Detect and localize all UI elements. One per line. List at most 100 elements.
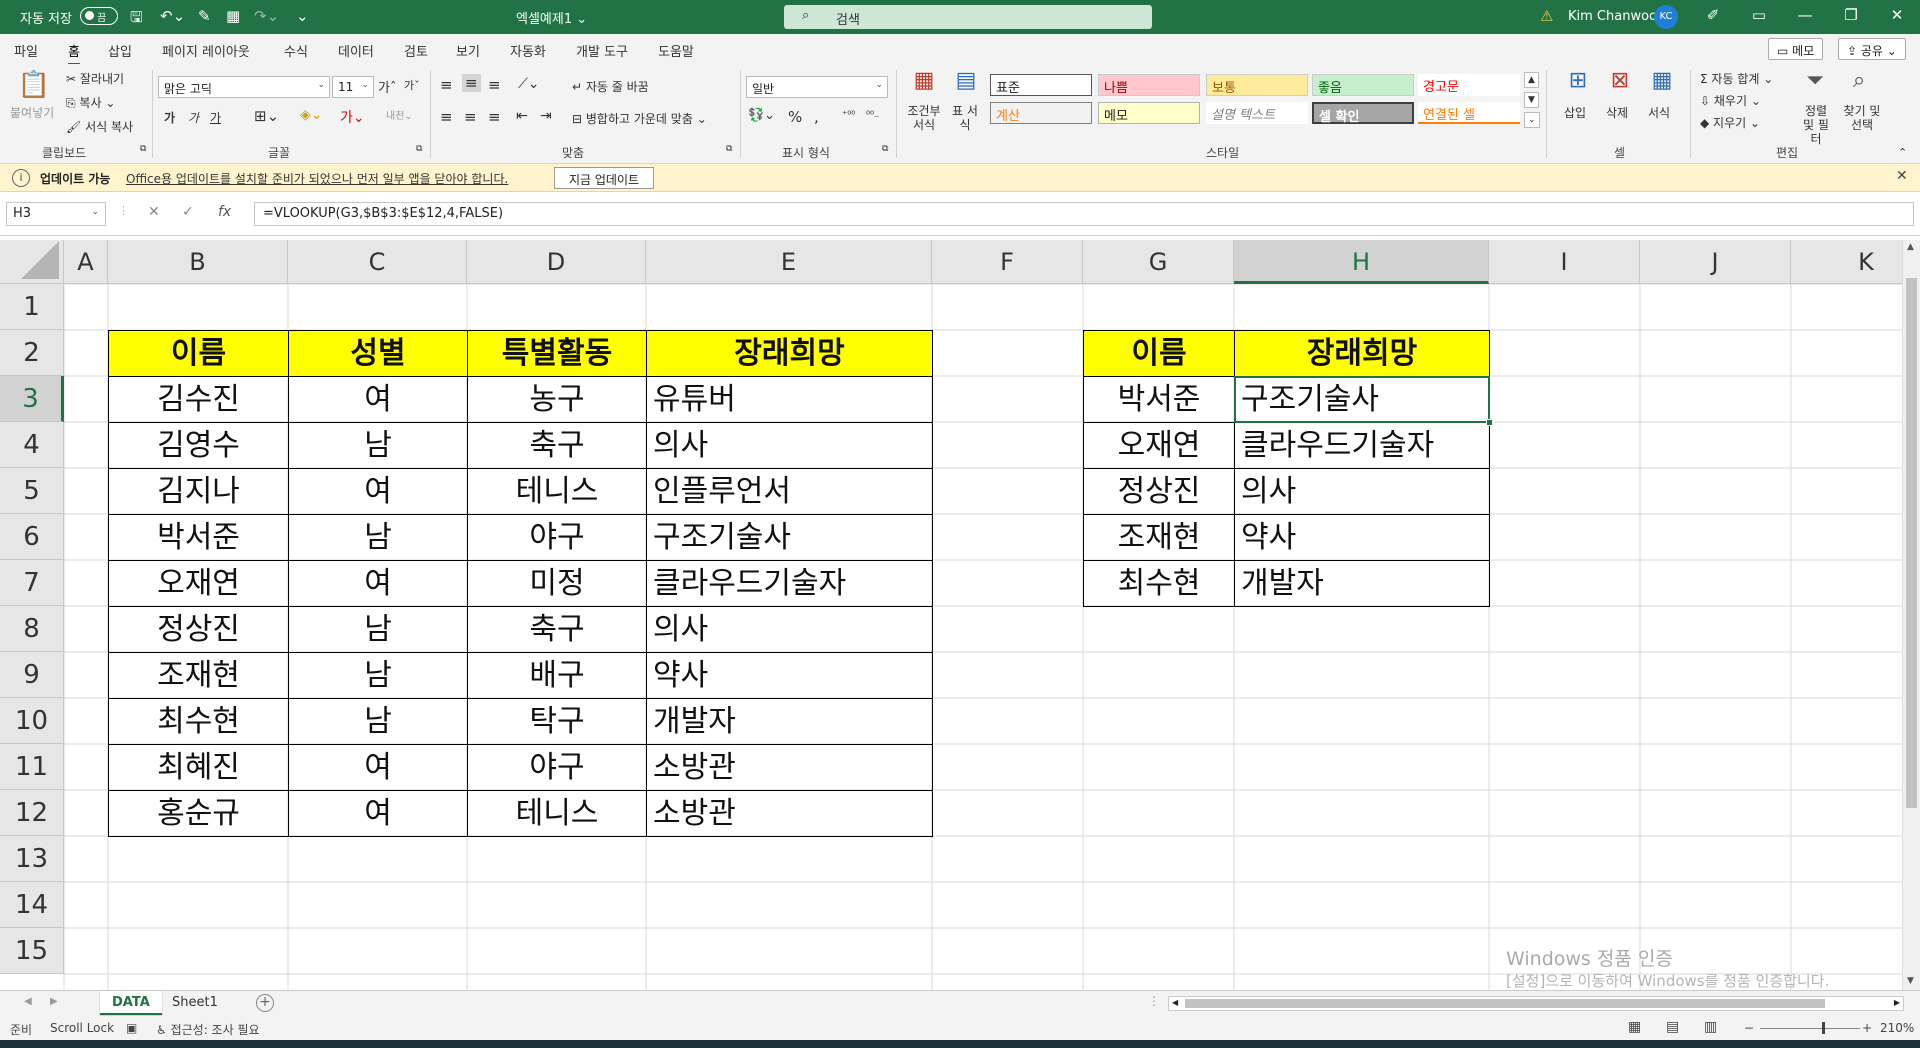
tab-developer[interactable]: 개발 도구: [576, 41, 628, 60]
table-cell[interactable]: 최수현: [1083, 560, 1235, 607]
row-header[interactable]: 11: [0, 744, 64, 790]
style-neutral[interactable]: 보통: [1206, 74, 1308, 96]
insert-function-icon[interactable]: fx: [218, 204, 231, 220]
redo-icon[interactable]: ↷⌄: [254, 7, 279, 25]
autosum-button[interactable]: Σ 자동 합계 ⌄: [1700, 70, 1773, 87]
table-cell[interactable]: 배구: [467, 652, 647, 699]
customize-qat-icon[interactable]: ⌄: [296, 7, 309, 25]
column-header-d[interactable]: D: [467, 240, 646, 284]
bold-button[interactable]: 가: [164, 109, 175, 126]
table-cell[interactable]: 축구: [467, 422, 647, 469]
scroll-down-icon[interactable]: ▼: [1907, 976, 1914, 986]
table-cell[interactable]: 여: [288, 376, 468, 423]
style-explanatory[interactable]: 설명 텍스트: [1206, 102, 1308, 124]
table-cell[interactable]: 김영수: [108, 422, 289, 469]
row-header[interactable]: 3: [0, 376, 64, 422]
autosave-toggle[interactable]: 끔: [80, 7, 118, 25]
conditional-format-icon[interactable]: ▦: [906, 68, 942, 93]
paste-label[interactable]: 붙여넣기: [10, 104, 54, 121]
dialog-launcher-icon[interactable]: ⧉: [726, 144, 732, 154]
table-cell[interactable]: 정상진: [1083, 468, 1235, 515]
table-cell[interactable]: 의사: [1234, 468, 1490, 515]
table-cell[interactable]: 여: [288, 790, 468, 837]
row-header[interactable]: 13: [0, 836, 64, 882]
table-cell[interactable]: 테니스: [467, 790, 647, 837]
scroll-up-icon[interactable]: ▲: [1907, 242, 1914, 252]
update-message-link[interactable]: Office용 업데이트를 설치할 준비가 되었으나 먼저 일부 앱을 닫아야 …: [126, 170, 508, 187]
table1-header-name[interactable]: 이름: [108, 330, 289, 377]
decrease-font-icon[interactable]: 가ˇ: [404, 77, 420, 93]
formula-input[interactable]: =VLOOKUP(G3,$B$3:$E$12,4,FALSE): [254, 202, 1914, 226]
page-layout-view-icon[interactable]: ▤: [1666, 1019, 1679, 1035]
table-cell[interactable]: 개발자: [646, 698, 933, 745]
insert-cells-label[interactable]: 삽입: [1564, 104, 1586, 121]
delete-cells-icon[interactable]: ⊠: [1600, 68, 1640, 93]
table-cell[interactable]: 미정: [467, 560, 647, 607]
restore-icon[interactable]: ❐: [1828, 6, 1874, 24]
column-header-g[interactable]: G: [1083, 240, 1234, 284]
row-header[interactable]: 5: [0, 468, 64, 514]
copy-button[interactable]: ⎘ 복사 ⌄: [66, 94, 115, 111]
tab-help[interactable]: 도움말: [658, 41, 694, 60]
paste-icon[interactable]: 📋: [12, 70, 56, 100]
save-icon[interactable]: 🖫: [130, 7, 143, 32]
underline-button[interactable]: 가: [210, 109, 221, 126]
column-header-b[interactable]: B: [108, 240, 288, 284]
dialog-launcher-icon[interactable]: ⧉: [140, 144, 146, 154]
accounting-format-icon[interactable]: 💱⌄: [748, 108, 775, 123]
scroll-thumb[interactable]: [1185, 999, 1825, 1008]
more-icon[interactable]: ⋮: [118, 204, 129, 217]
column-header-i[interactable]: I: [1489, 240, 1640, 284]
table2-header-dream[interactable]: 장래희망: [1234, 330, 1490, 377]
collapse-ribbon-icon[interactable]: ⌃: [1898, 146, 1907, 159]
memo-button[interactable]: ▭ 메모: [1768, 38, 1824, 60]
percent-icon[interactable]: %: [788, 108, 802, 126]
row-header[interactable]: 2: [0, 330, 64, 376]
table-cell[interactable]: 클라우드기술자: [1234, 422, 1490, 469]
style-good[interactable]: 좋음: [1312, 74, 1414, 96]
table-cell[interactable]: 테니스: [467, 468, 647, 515]
table-cell[interactable]: 남: [288, 606, 468, 653]
table-cell[interactable]: 구조기술사: [646, 514, 933, 561]
table-cell[interactable]: 여: [288, 468, 468, 515]
dialog-launcher-icon[interactable]: ⧉: [416, 144, 422, 154]
row-header[interactable]: 12: [0, 790, 64, 836]
table-cell[interactable]: 야구: [467, 744, 647, 791]
cancel-icon[interactable]: ✕: [148, 204, 160, 220]
tab-file[interactable]: 파일: [14, 41, 38, 60]
number-format-combo[interactable]: 일반 ⌄: [746, 76, 888, 98]
row-header[interactable]: 1: [0, 284, 64, 330]
row-header[interactable]: 7: [0, 560, 64, 606]
column-header-a[interactable]: A: [64, 240, 108, 284]
italic-button[interactable]: 가: [188, 109, 199, 126]
table-cell[interactable]: 남: [288, 652, 468, 699]
styles-more-icon[interactable]: ⌄: [1524, 112, 1540, 128]
borders-icon[interactable]: ⊞⌄: [254, 107, 279, 125]
delete-cells-label[interactable]: 삭제: [1606, 104, 1628, 121]
table-cell[interactable]: 약사: [646, 652, 933, 699]
avatar[interactable]: KC: [1654, 5, 1678, 29]
warning-icon[interactable]: ⚠: [1540, 7, 1553, 25]
fill-color-icon[interactable]: ◈⌄: [300, 107, 323, 123]
document-title[interactable]: 엑셀예제1 ⌄: [516, 8, 587, 27]
table-cell[interactable]: 농구: [467, 376, 647, 423]
ribbon-display-icon[interactable]: ▭: [1736, 6, 1782, 24]
align-bottom-icon[interactable]: ≡: [488, 76, 501, 94]
zoom-level[interactable]: 210%: [1880, 1021, 1914, 1035]
zoom-slider[interactable]: [1760, 1028, 1860, 1029]
table-cell[interactable]: 클라우드기술자: [646, 560, 933, 607]
table-cell[interactable]: 여: [288, 744, 468, 791]
tab-review[interactable]: 검토: [404, 41, 428, 60]
sort-filter-label[interactable]: 정렬 및 필터: [1798, 104, 1834, 146]
font-size-combo[interactable]: 11 ⌄: [332, 76, 374, 98]
close-icon[interactable]: ✕: [1896, 168, 1908, 184]
table-cell[interactable]: 인플루언서: [646, 468, 933, 515]
tab-data[interactable]: 데이터: [338, 41, 374, 60]
decrease-indent-icon[interactable]: ⇤: [516, 108, 528, 124]
sheet-tab-data[interactable]: DATA: [100, 991, 162, 1015]
table-cell[interactable]: 남: [288, 514, 468, 561]
table-cell[interactable]: 유튜버: [646, 376, 933, 423]
next-sheet-icon[interactable]: ▶: [50, 996, 58, 1007]
table-cell[interactable]: 김수진: [108, 376, 289, 423]
align-right-icon[interactable]: ≡: [488, 108, 501, 126]
